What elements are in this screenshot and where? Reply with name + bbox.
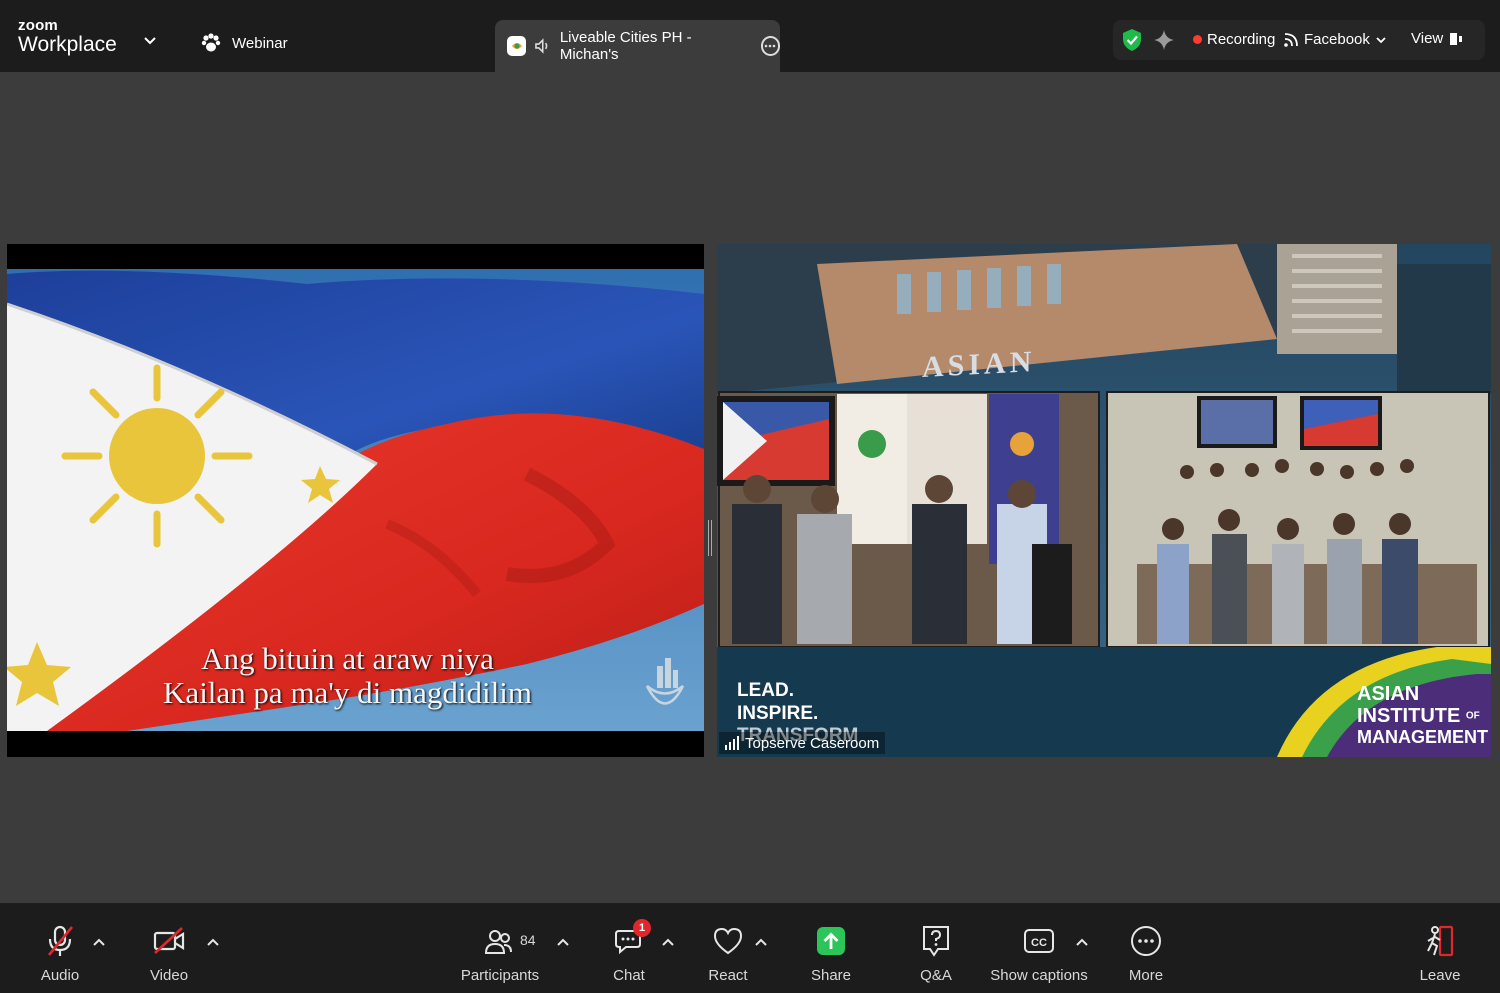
chevron-down-icon[interactable] <box>142 32 158 48</box>
show-captions-label: Show captions <box>990 967 1088 984</box>
lyrics-line-2: Kailan pa ma'y di magdidilim <box>163 675 532 710</box>
aim-logo-of: OF <box>1465 710 1480 722</box>
participants-button[interactable]: 84 Participants <box>445 923 555 984</box>
meeting-title: Liveable Cities PH - Michan's <box>559 29 692 63</box>
aim-logo-line-3: MANAGEMENT <box>1357 727 1488 747</box>
chat-label: Chat <box>613 967 645 984</box>
aim-logo-line-2: INSTITUTE <box>1357 705 1461 727</box>
leave-label: Leave <box>1419 967 1461 984</box>
svg-text:CC: CC <box>1031 937 1047 949</box>
video-camera-off-icon <box>153 927 185 954</box>
tab-more-icon[interactable] <box>760 36 781 56</box>
caseroom-video-feed <box>717 244 1491 757</box>
aim-logo-line-1: ASIAN <box>1357 683 1420 705</box>
view-button[interactable]: View <box>1411 30 1464 47</box>
broadcast-icon <box>1284 32 1298 47</box>
chevron-down-icon <box>1376 36 1386 43</box>
video-label: Video <box>149 967 189 984</box>
view-label: View <box>1411 30 1444 47</box>
building-sign-text: ASIAN <box>922 345 1036 384</box>
paw-icon <box>201 33 221 52</box>
tagline-lead: LEAD. <box>737 680 794 701</box>
heart-icon <box>713 927 743 955</box>
webinar-indicator[interactable]: Webinar <box>200 32 288 54</box>
participants-count: 84 <box>520 932 536 948</box>
react-options-caret-icon[interactable] <box>754 937 768 947</box>
more-label: More <box>1128 967 1164 984</box>
qa-label: Q&A <box>920 967 952 984</box>
captions-options-caret-icon[interactable] <box>1075 937 1089 947</box>
qa-button[interactable]: Q&A <box>881 923 991 984</box>
closed-captions-icon: CC <box>1024 929 1054 953</box>
livestream-facebook[interactable]: Facebook <box>1283 31 1387 48</box>
tagline-inspire: INSPIRE. <box>737 703 819 724</box>
chat-unread-badge: 1 <box>633 919 651 937</box>
meeting-controls-toolbar: Audio Video 84 Participants 1 Chat React… <box>0 903 1500 993</box>
react-button[interactable]: React <box>673 923 783 984</box>
signal-strength-icon <box>725 736 739 750</box>
lyrics-line-1: Ang bituin at araw niya <box>201 641 494 676</box>
more-button[interactable]: More <box>1091 923 1201 984</box>
participant-name: Topserve Caseroom <box>745 734 880 752</box>
meeting-tab[interactable]: Liveable Cities PH - Michan's <box>495 20 781 72</box>
video-button[interactable]: Video <box>114 923 224 984</box>
microphone-muted-icon <box>47 925 74 956</box>
participants-icon <box>484 930 512 954</box>
brand-workplace-text: Workplace <box>18 33 117 56</box>
status-pill: Recording Facebook View <box>1113 20 1485 60</box>
security-shield-icon[interactable] <box>1121 28 1143 52</box>
video-tile-shared-screen[interactable]: Ang bituin at araw niya Kailan pa ma'y d… <box>7 244 704 757</box>
more-options-icon <box>1131 926 1161 956</box>
audio-button[interactable]: Audio <box>5 923 115 984</box>
show-captions-button[interactable]: CC Show captions <box>984 923 1094 984</box>
leave-door-icon <box>1427 925 1454 957</box>
chat-button[interactable]: 1 Chat <box>574 919 684 984</box>
zoom-meeting-window: zoom Workplace Webinar Liveable Cities P… <box>0 0 1500 993</box>
share-button[interactable]: Share <box>776 923 886 984</box>
video-options-caret-icon[interactable] <box>206 937 220 947</box>
webinar-label: Webinar <box>232 34 288 52</box>
aim-logo: ASIAN INSTITUTE OF MANAGEMENT <box>1357 684 1488 746</box>
video-tile-topserve-caseroom[interactable]: ASIAN LEAD. INSPIRE. TRANSFORM ASIAN INS… <box>717 244 1491 757</box>
recording-label: Recording <box>1207 31 1276 48</box>
participants-options-caret-icon[interactable] <box>556 937 570 947</box>
top-bar: zoom Workplace Webinar Liveable Cities P… <box>0 0 1500 72</box>
leave-button[interactable]: Leave <box>1385 923 1495 984</box>
share-screen-icon <box>817 927 845 955</box>
share-label: Share <box>810 967 852 984</box>
ai-sparkle-icon[interactable] <box>1153 29 1175 51</box>
brand-zoom-text: zoom <box>18 17 58 34</box>
react-label: React <box>708 967 748 984</box>
participant-name-tag: Topserve Caseroom <box>719 732 886 754</box>
zoom-workplace-logo: zoom Workplace <box>18 18 117 55</box>
audio-label: Audio <box>40 967 80 984</box>
participants-label: Participants <box>460 967 540 984</box>
stream-label: Facebook <box>1304 31 1370 48</box>
split-view-resize-handle[interactable] <box>708 520 712 556</box>
layout-icon <box>1450 32 1463 45</box>
speaker-icon <box>535 38 548 54</box>
recording-indicator[interactable]: Recording <box>1193 31 1275 48</box>
question-answer-icon <box>923 926 949 957</box>
audio-options-caret-icon[interactable] <box>92 937 106 947</box>
app-logo-icon <box>507 36 527 56</box>
recording-dot-icon <box>1193 35 1202 44</box>
